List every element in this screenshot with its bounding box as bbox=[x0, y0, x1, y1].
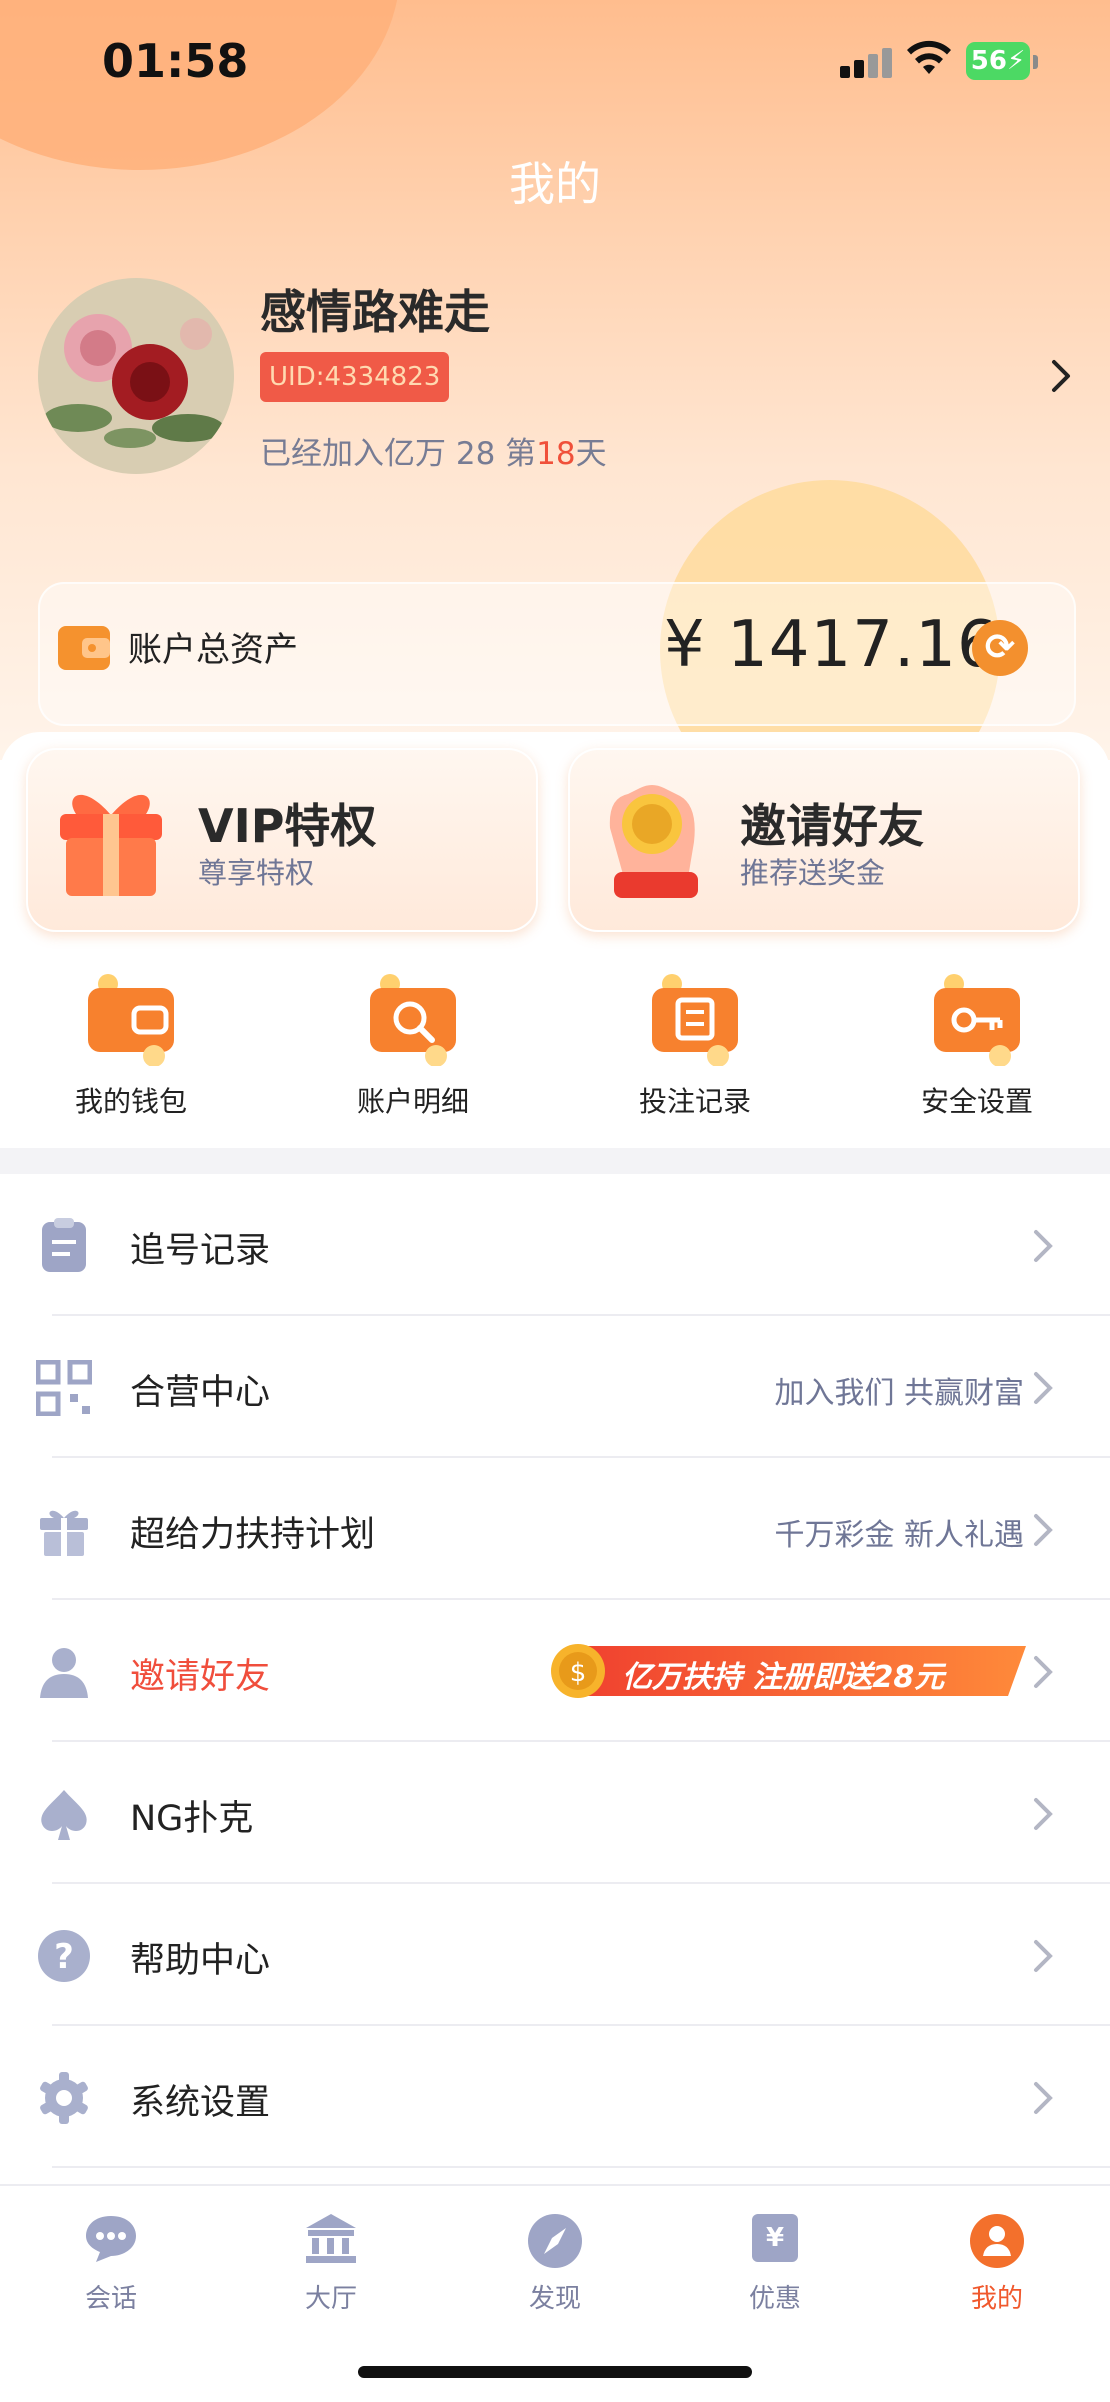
question-icon: ? bbox=[38, 1930, 90, 1982]
tab-offers[interactable]: ¥ 优惠 bbox=[700, 2212, 850, 2315]
gift-icon bbox=[40, 1510, 88, 1556]
menu-item-label: NG扑克 bbox=[130, 1799, 254, 1839]
gift-box-icon bbox=[60, 794, 162, 896]
svg-text:?: ? bbox=[54, 1937, 74, 1977]
clipboard-icon bbox=[42, 1218, 86, 1272]
tab-chat[interactable]: 会话 bbox=[36, 2212, 186, 2315]
row-divider bbox=[52, 2166, 1110, 2168]
quick-action-account-details[interactable]: 账户明细 bbox=[338, 972, 488, 1120]
menu-item-invite-friends[interactable]: 邀请好友 $ 亿万扶持 注册即送28元 bbox=[0, 1600, 1110, 1742]
key-icon bbox=[934, 974, 1020, 1067]
chevron-right-icon bbox=[1034, 1798, 1053, 1830]
quick-action-label: 投注记录 bbox=[638, 1085, 751, 1118]
menu-item-follow-records[interactable]: 追号记录 bbox=[0, 1174, 1110, 1316]
invite-card-title: 邀请好友 bbox=[740, 799, 924, 853]
tab-hall[interactable]: 大厅 bbox=[256, 2212, 406, 2315]
user-icon bbox=[970, 2214, 1024, 2268]
svg-text:¥: ¥ bbox=[766, 2223, 784, 2253]
chevron-right-icon[interactable] bbox=[1048, 358, 1076, 394]
menu-item-label: 系统设置 bbox=[130, 2083, 271, 2123]
chat-icon bbox=[86, 2216, 136, 2262]
quick-action-bet-records[interactable]: 投注记录 bbox=[620, 972, 770, 1120]
svg-text:$: $ bbox=[570, 1658, 587, 1688]
tab-mine[interactable]: 我的 bbox=[922, 2212, 1072, 2315]
chevron-right-icon bbox=[1034, 1230, 1053, 1262]
tab-label: 发现 bbox=[528, 2284, 581, 2314]
cellular-signal-icon bbox=[840, 48, 892, 78]
tab-discover[interactable]: 发现 bbox=[480, 2212, 630, 2315]
username: 感情路难走 bbox=[260, 285, 490, 339]
asset-amount: ¥ 1417.16 bbox=[664, 608, 999, 682]
menu-item-label: 邀请好友 bbox=[130, 1657, 271, 1697]
section-divider bbox=[0, 1148, 1110, 1174]
menu-item-help-center[interactable]: ? 帮助中心 bbox=[0, 1884, 1110, 2026]
avatar[interactable] bbox=[38, 278, 234, 474]
tab-label: 优惠 bbox=[748, 2284, 801, 2314]
refresh-icon[interactable]: ⟳ bbox=[972, 620, 1028, 676]
compass-icon bbox=[528, 2214, 582, 2268]
vip-card[interactable]: VIP特权 尊享特权 bbox=[26, 748, 538, 932]
menu-item-label: 帮助中心 bbox=[130, 1941, 271, 1981]
asset-label: 账户总资产 bbox=[128, 630, 298, 670]
tab-label: 我的 bbox=[970, 2284, 1023, 2314]
uid-badge: UID:4334823 bbox=[260, 352, 450, 402]
tab-label: 会话 bbox=[84, 2284, 137, 2314]
quick-action-label: 我的钱包 bbox=[74, 1085, 187, 1118]
home-indicator bbox=[358, 2366, 752, 2378]
invite-card[interactable]: 邀请好友 推荐送奖金 bbox=[568, 748, 1080, 932]
spade-icon bbox=[41, 1790, 87, 1840]
chevron-right-icon bbox=[1034, 1514, 1053, 1546]
wifi-icon bbox=[907, 40, 951, 74]
page-title: 我的 bbox=[509, 157, 601, 211]
menu-item-hint: 千万彩金 新人礼遇 bbox=[774, 1518, 1024, 1553]
promo-banner-text: 亿万扶持 注册即送28元 bbox=[622, 1660, 945, 1695]
wallet-icon bbox=[58, 626, 110, 670]
chevron-right-icon bbox=[1034, 1372, 1053, 1404]
promo-banner[interactable]: $ 亿万扶持 注册即送28元 bbox=[550, 1642, 1026, 1700]
quick-action-label: 安全设置 bbox=[920, 1085, 1033, 1118]
menu-item-support-plan[interactable]: 超给力扶持计划 千万彩金 新人礼遇 bbox=[0, 1458, 1110, 1600]
menu-item-label: 超给力扶持计划 bbox=[130, 1515, 376, 1555]
record-icon bbox=[652, 974, 738, 1067]
users-icon bbox=[40, 1648, 88, 1698]
menu-item-label: 追号记录 bbox=[130, 1231, 271, 1271]
chevron-right-icon bbox=[1034, 2082, 1053, 2114]
hall-icon bbox=[306, 2214, 356, 2263]
vip-card-subtitle: 尊享特权 bbox=[198, 856, 315, 890]
quick-action-label: 账户明细 bbox=[356, 1085, 469, 1118]
battery-tip bbox=[1033, 55, 1038, 69]
menu-item-system-settings[interactable]: 系统设置 bbox=[0, 2026, 1110, 2168]
menu-item-ng-poker[interactable]: NG扑克 bbox=[0, 1742, 1110, 1884]
menu-item-hint: 加入我们 共赢财富 bbox=[774, 1376, 1024, 1411]
coupon-icon: ¥ bbox=[752, 2214, 798, 2262]
invite-card-subtitle: 推荐送奖金 bbox=[740, 856, 886, 890]
vip-card-title: VIP特权 bbox=[198, 799, 377, 853]
wallet-icon bbox=[88, 974, 174, 1067]
status-time: 01:58 bbox=[102, 34, 249, 88]
menu-item-partner-center[interactable]: 合营中心 加入我们 共赢财富 bbox=[0, 1316, 1110, 1458]
qr-code-icon bbox=[36, 1360, 92, 1416]
tab-label: 大厅 bbox=[304, 2284, 357, 2314]
joined-info: 已经加入亿万 28 第18天 bbox=[260, 436, 607, 472]
menu-item-label: 合营中心 bbox=[130, 1373, 271, 1413]
quick-action-wallet[interactable]: 我的钱包 bbox=[56, 972, 206, 1120]
gear-icon bbox=[40, 2072, 88, 2124]
hand-coin-icon bbox=[609, 785, 698, 898]
battery-indicator: 56⚡ bbox=[966, 42, 1030, 80]
chevron-right-icon bbox=[1034, 1656, 1053, 1688]
chevron-right-icon bbox=[1034, 1940, 1053, 1972]
quick-action-security[interactable]: 安全设置 bbox=[902, 972, 1052, 1120]
magnifier-icon bbox=[370, 974, 456, 1067]
